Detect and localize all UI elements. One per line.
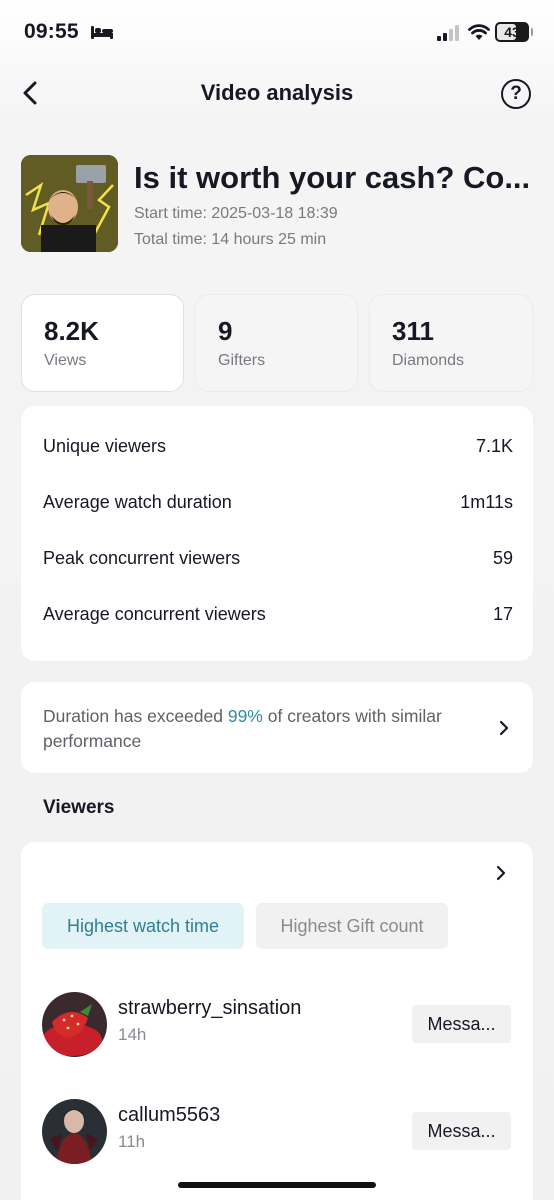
- chevron-right-icon: [499, 720, 509, 736]
- metric-label: Peak concurrent viewers: [43, 548, 241, 568]
- stat-value: 311: [392, 316, 434, 346]
- metric-value: 59: [492, 548, 513, 568]
- tab-highest-gift-count[interactable]: Highest Gift count: [256, 903, 448, 949]
- viewers-card: Highest watch time Highest Gift count st…: [21, 842, 533, 1200]
- metric-value: 17: [492, 604, 513, 624]
- viewer-username: callum5563: [118, 1104, 221, 1126]
- stat-card-gifters[interactable]: 9 Gifters: [195, 294, 358, 392]
- video-title: Is it worth your cash? Co...: [134, 160, 531, 195]
- stat-label: Diamonds: [392, 352, 465, 369]
- message-button[interactable]: Messa...: [412, 1112, 511, 1150]
- page-title: Video analysis: [200, 80, 354, 105]
- metrics-card: Unique viewers 7.1K Average watch durati…: [21, 406, 533, 661]
- chevron-right-icon[interactable]: [490, 862, 512, 884]
- metric-row-avg-concurrent: Average concurrent viewers 17: [43, 604, 513, 628]
- stat-card-diamonds[interactable]: 311 Diamonds: [369, 294, 533, 392]
- duration-comparison-card[interactable]: Duration has exceeded 99% of creators wi…: [21, 682, 533, 773]
- metric-row-avg-watch-duration: Average watch duration 1m11s: [43, 492, 513, 516]
- metric-value: 1m11s: [460, 492, 513, 512]
- viewer-watch-time: 14h: [118, 1025, 147, 1044]
- battery-icon: 43: [495, 22, 533, 42]
- viewer-username: strawberry_sinsation: [118, 997, 302, 1019]
- status-time: 09:55: [24, 20, 79, 43]
- total-time: Total time: 14 hours 25 min: [134, 231, 327, 248]
- avatar[interactable]: [42, 992, 107, 1057]
- tab-highest-watch-time[interactable]: Highest watch time: [42, 903, 244, 949]
- signal-icon: [437, 25, 459, 41]
- start-time: Start time: 2025-03-18 18:39: [134, 205, 338, 222]
- wifi-icon: [468, 24, 490, 40]
- metric-row-peak-concurrent: Peak concurrent viewers 59: [43, 548, 513, 572]
- home-indicator: [178, 1182, 376, 1188]
- metric-label: Unique viewers: [43, 436, 167, 456]
- help-glyph: ?: [510, 83, 522, 104]
- battery-level: 43: [504, 24, 520, 40]
- video-thumbnail: [21, 155, 118, 252]
- metric-label: Average concurrent viewers: [43, 604, 266, 624]
- viewer-watch-time: 11h: [118, 1132, 146, 1151]
- avatar[interactable]: [42, 1099, 107, 1164]
- duration-percentile: 99%: [227, 706, 263, 726]
- metric-row-unique-viewers: Unique viewers 7.1K: [43, 436, 513, 460]
- stat-label: Views: [44, 352, 87, 369]
- duration-comparison-text: Duration has exceeded 99% of creators wi…: [43, 704, 463, 754]
- bed-icon: [91, 26, 113, 39]
- stat-label: Gifters: [218, 352, 266, 369]
- stat-value: 9: [218, 316, 233, 346]
- help-icon[interactable]: ?: [501, 79, 531, 109]
- message-button[interactable]: Messa...: [412, 1005, 511, 1043]
- duration-prefix: Duration has exceeded: [43, 706, 228, 726]
- metric-value: 7.1K: [475, 436, 513, 456]
- metric-label: Average watch duration: [43, 492, 232, 512]
- viewers-section-title: Viewers: [43, 797, 115, 818]
- stat-value: 8.2K: [44, 316, 99, 346]
- stat-card-views[interactable]: 8.2K Views: [21, 294, 184, 392]
